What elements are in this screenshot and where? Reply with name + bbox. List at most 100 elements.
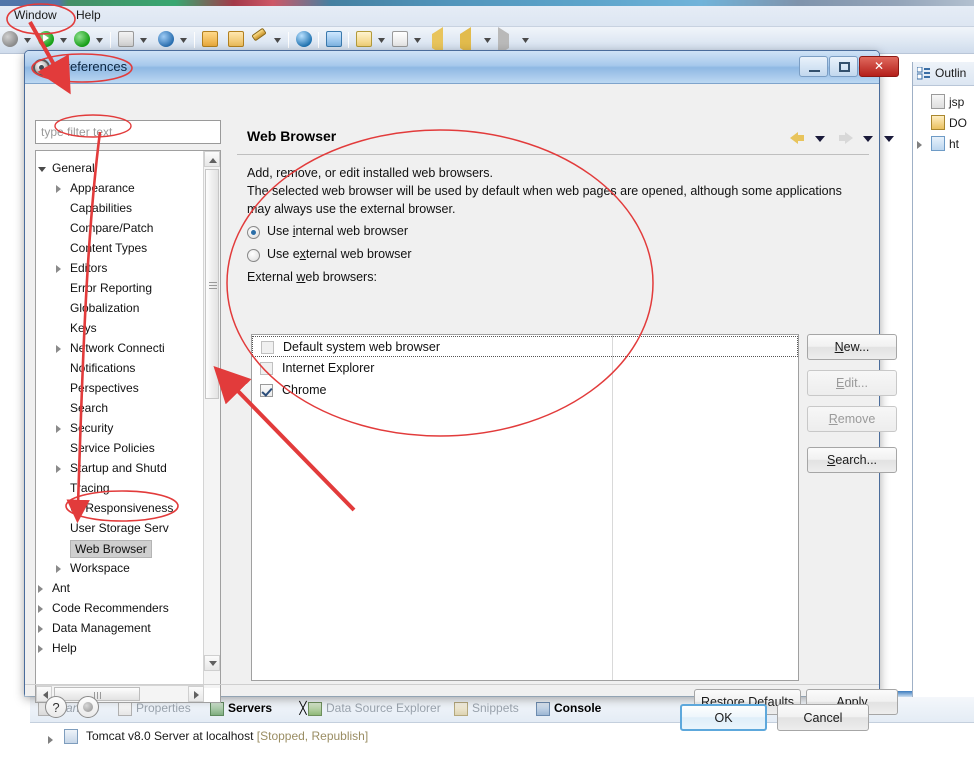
code-tag-icon (931, 94, 945, 109)
tab-snippets[interactable]: Snippets (454, 701, 519, 719)
browser-icon[interactable] (296, 31, 314, 49)
servers-icon (210, 702, 224, 716)
scroll-down-button[interactable] (204, 655, 220, 671)
tree-item-label: Error Reporting (70, 281, 153, 295)
tab-properties[interactable]: Properties (118, 701, 191, 719)
outline-row-label: DO (949, 116, 967, 130)
debug-icon[interactable] (2, 31, 20, 49)
import-dropdown-icon[interactable] (378, 38, 385, 43)
maximize-button[interactable] (829, 56, 858, 77)
export-dropdown-icon[interactable] (414, 38, 421, 43)
page-description-line-1: Add, remove, or edit installed web brows… (247, 166, 493, 180)
view-menu-icon[interactable] (884, 136, 894, 142)
chevron-right-icon[interactable] (56, 425, 61, 433)
chevron-right-icon[interactable] (38, 625, 43, 633)
search-input[interactable]: type filter text (35, 120, 221, 144)
menu-window[interactable]: Window (8, 6, 63, 24)
open-resource-icon[interactable] (228, 31, 246, 49)
scroll-right-button[interactable] (188, 686, 204, 702)
tree-item-label: Compare/Patch (70, 221, 154, 235)
chevron-right-icon[interactable] (917, 141, 922, 149)
server-entry[interactable]: Tomcat v8.0 Server at localhost [Stopped… (86, 729, 368, 743)
cancel-button[interactable]: Cancel (777, 704, 869, 731)
toolbar-separator (194, 32, 195, 48)
chevron-right-icon[interactable] (56, 345, 61, 353)
tree-vertical-scrollbar[interactable] (203, 151, 220, 688)
tab-servers-label: Servers (228, 701, 273, 715)
edit-icon[interactable] (251, 27, 270, 49)
source-icon[interactable] (158, 31, 176, 49)
source-dropdown-icon[interactable] (180, 38, 187, 43)
new-button[interactable]: New... (807, 334, 897, 360)
new-wizard-icon[interactable] (118, 31, 136, 49)
scrollbar-thumb[interactable] (205, 169, 219, 399)
forward-dropdown-icon[interactable] (863, 136, 873, 142)
preferences-tree[interactable]: General Appearance Capabilities Compare/Pat… (35, 150, 221, 703)
chevron-right-icon[interactable] (56, 565, 61, 573)
dialog-title-bar[interactable]: Preferences ✕ (25, 51, 899, 84)
chevron-right-icon[interactable] (56, 465, 61, 473)
tree-item-label: Search (70, 401, 109, 415)
scrollbar-thumb[interactable] (54, 687, 140, 701)
tree-item-label: Appearance (70, 181, 135, 195)
minimize-button[interactable] (799, 56, 828, 77)
run-external-dropdown-icon[interactable] (96, 38, 103, 43)
menu-help[interactable]: Help (70, 6, 107, 24)
list-item[interactable]: Default system web browser (252, 336, 798, 357)
debug-dropdown-icon[interactable] (24, 38, 31, 43)
close-button[interactable]: ✕ (859, 56, 899, 77)
close-icon: ✕ (873, 59, 885, 73)
close-icon[interactable]: ╳ (299, 701, 306, 715)
tab-servers[interactable]: Servers ╳ (210, 701, 307, 719)
ok-button[interactable]: OK (680, 704, 767, 731)
import-icon[interactable] (356, 31, 374, 49)
back-arrow-icon[interactable] (790, 132, 804, 144)
chevron-right-icon[interactable] (38, 645, 43, 653)
browser-checkbox[interactable] (260, 384, 273, 397)
chevron-right-icon[interactable] (56, 265, 61, 273)
server-icon (64, 729, 78, 744)
datasource-icon (308, 702, 322, 716)
scroll-up-button[interactable] (204, 151, 220, 167)
tab-data-source-explorer[interactable]: Data Source Explorer (308, 701, 441, 719)
new-wizard-dropdown-icon[interactable] (140, 38, 147, 43)
browser-checkbox[interactable] (261, 341, 274, 354)
edit-dropdown-icon[interactable] (274, 38, 281, 43)
export-icon[interactable] (392, 31, 410, 49)
browser-checkbox[interactable] (260, 362, 273, 375)
search-button-label: Search... (826, 453, 878, 467)
help-button[interactable]: ? (45, 696, 67, 718)
remove-button: Remove (807, 406, 897, 432)
forward-arrow-icon[interactable] (839, 132, 853, 144)
tree-item-label: Capabilities (70, 201, 133, 215)
list-item[interactable]: Internet Explorer (252, 358, 798, 379)
run-icon[interactable] (38, 31, 56, 49)
shell-button[interactable] (77, 696, 99, 718)
back-dropdown-icon[interactable] (484, 38, 491, 43)
forward-dropdown-icon[interactable] (522, 38, 529, 43)
open-folder-icon[interactable] (202, 31, 220, 49)
outline-tab-bar[interactable]: Outlin (913, 62, 974, 86)
tree-item-label: Service Policies (70, 441, 155, 455)
ide-menu-bar: Window Help (0, 0, 974, 27)
tab-console[interactable]: Console (536, 701, 601, 719)
run-dropdown-icon[interactable] (60, 38, 67, 43)
list-item-label: Internet Explorer (282, 361, 375, 375)
list-item[interactable]: Chrome (252, 380, 798, 401)
help-icon: ? (52, 699, 60, 715)
properties-icon (118, 702, 132, 716)
remove-button-label: Remove (828, 412, 876, 426)
tree-item-label: Tracing (70, 481, 110, 495)
radio-external-indicator (247, 249, 260, 262)
outline-tab-label: Outlin (935, 66, 967, 80)
chevron-right-icon[interactable] (48, 736, 53, 744)
run-external-icon[interactable] (74, 31, 92, 49)
external-browsers-list[interactable]: Default system web browser Internet Expl… (251, 334, 799, 681)
chevron-right-icon[interactable] (38, 605, 43, 613)
search-button[interactable]: Search... (807, 447, 897, 473)
chevron-right-icon[interactable] (56, 185, 61, 193)
run-java-icon[interactable] (326, 31, 344, 49)
back-dropdown-icon[interactable] (815, 136, 825, 142)
chevron-down-icon[interactable] (38, 167, 46, 176)
chevron-right-icon[interactable] (38, 585, 43, 593)
